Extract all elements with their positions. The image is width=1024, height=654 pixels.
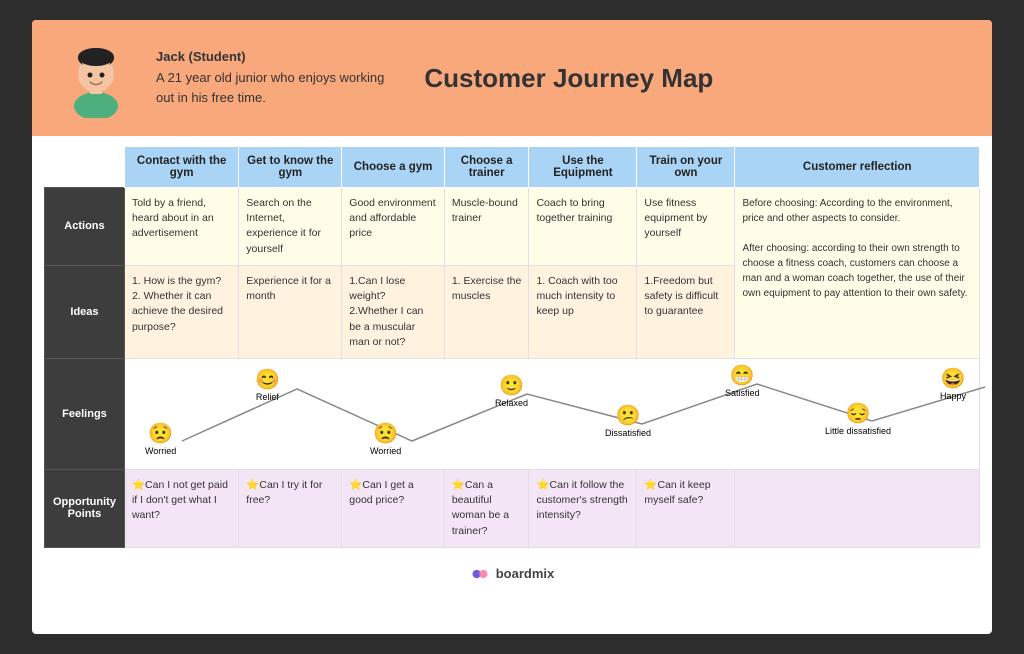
persona-info: Jack (Student) A 21 year old junior who … <box>156 47 384 109</box>
feelings-cell: 😟 Worried 😊 Relief 😟 Worrie <box>124 358 979 469</box>
feeling-worried-1: 😟 Worried <box>145 421 176 456</box>
actions-cell-1: Search on the Internet, experience it fo… <box>239 188 342 266</box>
actions-cell-4: Coach to bring together training <box>529 188 637 266</box>
empty-header <box>45 147 125 188</box>
actions-cell-3: Muscle-bound trainer <box>444 188 529 266</box>
col-header-choose-gym: Choose a gym <box>342 147 445 188</box>
feeling-worried-2: 😟 Worried <box>370 421 401 456</box>
col-header-reflection: Customer reflection <box>735 147 980 188</box>
map-title: Customer Journey Map <box>424 63 713 94</box>
ideas-cell-2: 1.Can I lose weight?2.Whether I can be a… <box>342 265 445 358</box>
opportunity-label: Opportunity Points <box>45 469 125 547</box>
opp-cell-5: ⭐Can it keep myself safe? <box>637 469 735 547</box>
persona-desc: A 21 year old junior who enjoys workingo… <box>156 70 384 106</box>
ideas-cell-3: 1. Exercise the muscles <box>444 265 529 358</box>
ideas-cell-0: 1. How is the gym?2. Whether it can achi… <box>124 265 238 358</box>
feeling-happy: 😆 Happy <box>940 366 966 401</box>
col-header-train: Train on your own <box>637 147 735 188</box>
opp-cell-6 <box>735 469 980 547</box>
col-header-contact: Contact with the gym <box>124 147 238 188</box>
canvas: Jack (Student) A 21 year old junior who … <box>32 20 992 634</box>
opp-cell-3: ⭐Can a beautiful woman be a trainer? <box>444 469 529 547</box>
feelings-row: Feelings <box>45 358 980 469</box>
ideas-cell-5: 1.Freedom but safety is difficult to gua… <box>637 265 735 358</box>
boardmix-label: boardmix <box>496 566 555 581</box>
feeling-little-dissatisfied: 😔 Little dissatisfied <box>825 401 891 436</box>
persona-avatar <box>56 38 136 118</box>
feeling-relaxed: 🙂 Relaxed <box>495 373 528 408</box>
col-header-equipment: Use the Equipment <box>529 147 637 188</box>
feeling-relief: 😊 Relief <box>255 367 280 402</box>
boardmix-icon <box>470 564 490 584</box>
journey-area: Contact with the gym Get to know the gym… <box>32 136 992 554</box>
journey-table: Contact with the gym Get to know the gym… <box>44 146 980 548</box>
actions-cell-0: Told by a friend, heard about in an adve… <box>124 188 238 266</box>
actions-label: Actions <box>45 188 125 266</box>
header: Jack (Student) A 21 year old junior who … <box>32 20 992 136</box>
persona-name: Jack (Student) <box>156 49 246 64</box>
actions-cell-2: Good environment and affordable price <box>342 188 445 266</box>
ideas-cell-1: Experience it for a month <box>239 265 342 358</box>
column-header-row: Contact with the gym Get to know the gym… <box>45 147 980 188</box>
feeling-dissatisfied: 😕 Dissatisfied <box>605 403 651 438</box>
opp-cell-1: ⭐Can I try it for free? <box>239 469 342 547</box>
actions-row: Actions Told by a friend, heard about in… <box>45 188 980 266</box>
col-header-choose-trainer: Choose a trainer <box>444 147 529 188</box>
actions-cell-6: Before choosing: According to the enviro… <box>735 188 980 359</box>
opp-cell-2: ⭐Can I get a good price? <box>342 469 445 547</box>
footer: boardmix <box>32 554 992 594</box>
ideas-cell-4: 1. Coach with too much intensity to keep… <box>529 265 637 358</box>
ideas-label: Ideas <box>45 265 125 358</box>
col-header-know: Get to know the gym <box>239 147 342 188</box>
opp-cell-0: ⭐Can I not get paid if I don't get what … <box>124 469 238 547</box>
opp-cell-4: ⭐Can it follow the customer's strength i… <box>529 469 637 547</box>
feeling-satisfied: 😁 Satisfied <box>725 363 760 398</box>
feelings-label: Feelings <box>45 358 125 469</box>
opportunity-row: Opportunity Points ⭐Can I not get paid i… <box>45 469 980 547</box>
actions-cell-5: Use fitness equipment by yourself <box>637 188 735 266</box>
